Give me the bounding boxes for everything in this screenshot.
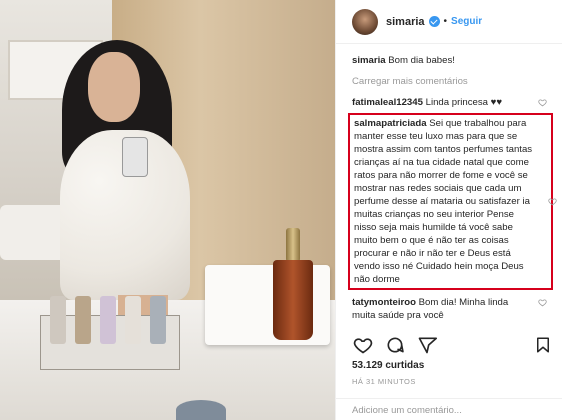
header-username[interactable]: simaria [386, 16, 425, 28]
load-more-comments-button[interactable]: Carregar mais comentários [352, 75, 547, 88]
separator-dot: • [443, 16, 448, 27]
comment-username[interactable]: fatimaleal12345 [352, 97, 423, 108]
comment-username[interactable]: tatymonteiroo [352, 297, 416, 308]
bottle [100, 296, 116, 344]
highlighted-comment: salmapatriciada Sei que trabalhou para m… [348, 113, 557, 290]
person-face [88, 52, 140, 122]
like-heart-icon[interactable] [352, 334, 374, 356]
post-sidebar: simaria • Seguir simaria Bom dia babes! … [335, 0, 562, 420]
heart-icon[interactable] [548, 197, 557, 206]
post-time: HÁ 31 MINUTOS [352, 377, 416, 386]
share-icon[interactable] [416, 334, 438, 356]
phone [122, 137, 148, 177]
comment-icon[interactable] [384, 334, 406, 356]
bottle [50, 296, 66, 344]
comment-item: fatimaleal12345 Linda princesa ♥♥ [352, 96, 547, 109]
comment-item: tatymonteiroo Bom dia! Minha linda muita… [352, 296, 547, 322]
caption-username[interactable]: simaria [352, 55, 386, 66]
comment-text: Sei que trabalhou para manter esse teu l… [354, 118, 533, 285]
comment-text: Linda princesa ♥♥ [425, 97, 503, 108]
bottle [125, 296, 141, 344]
perfume-bottle [273, 260, 313, 340]
bowl [176, 400, 226, 420]
likes-count[interactable]: 53.129 curtidas [352, 360, 424, 371]
caption-text: Bom dia babes! [388, 55, 455, 66]
follow-button[interactable]: Seguir [451, 16, 482, 27]
heart-icon[interactable] [538, 98, 547, 107]
comments-list: simaria Bom dia babes! Carregar mais com… [336, 44, 562, 329]
bookmark-icon[interactable] [532, 334, 554, 356]
add-comment-input[interactable]: Adicione um comentário... [336, 398, 562, 420]
perfume-cap [286, 228, 300, 262]
caption: simaria Bom dia babes! [352, 54, 547, 67]
post-photo[interactable] [0, 0, 335, 420]
bottle [150, 296, 166, 344]
avatar[interactable] [352, 8, 378, 35]
verified-badge-icon [428, 16, 440, 27]
heart-icon[interactable] [538, 298, 547, 307]
post-header: simaria • Seguir [336, 0, 562, 44]
bottle [75, 296, 91, 344]
action-bar [352, 334, 552, 356]
comment-username[interactable]: salmapatriciada [354, 118, 427, 129]
